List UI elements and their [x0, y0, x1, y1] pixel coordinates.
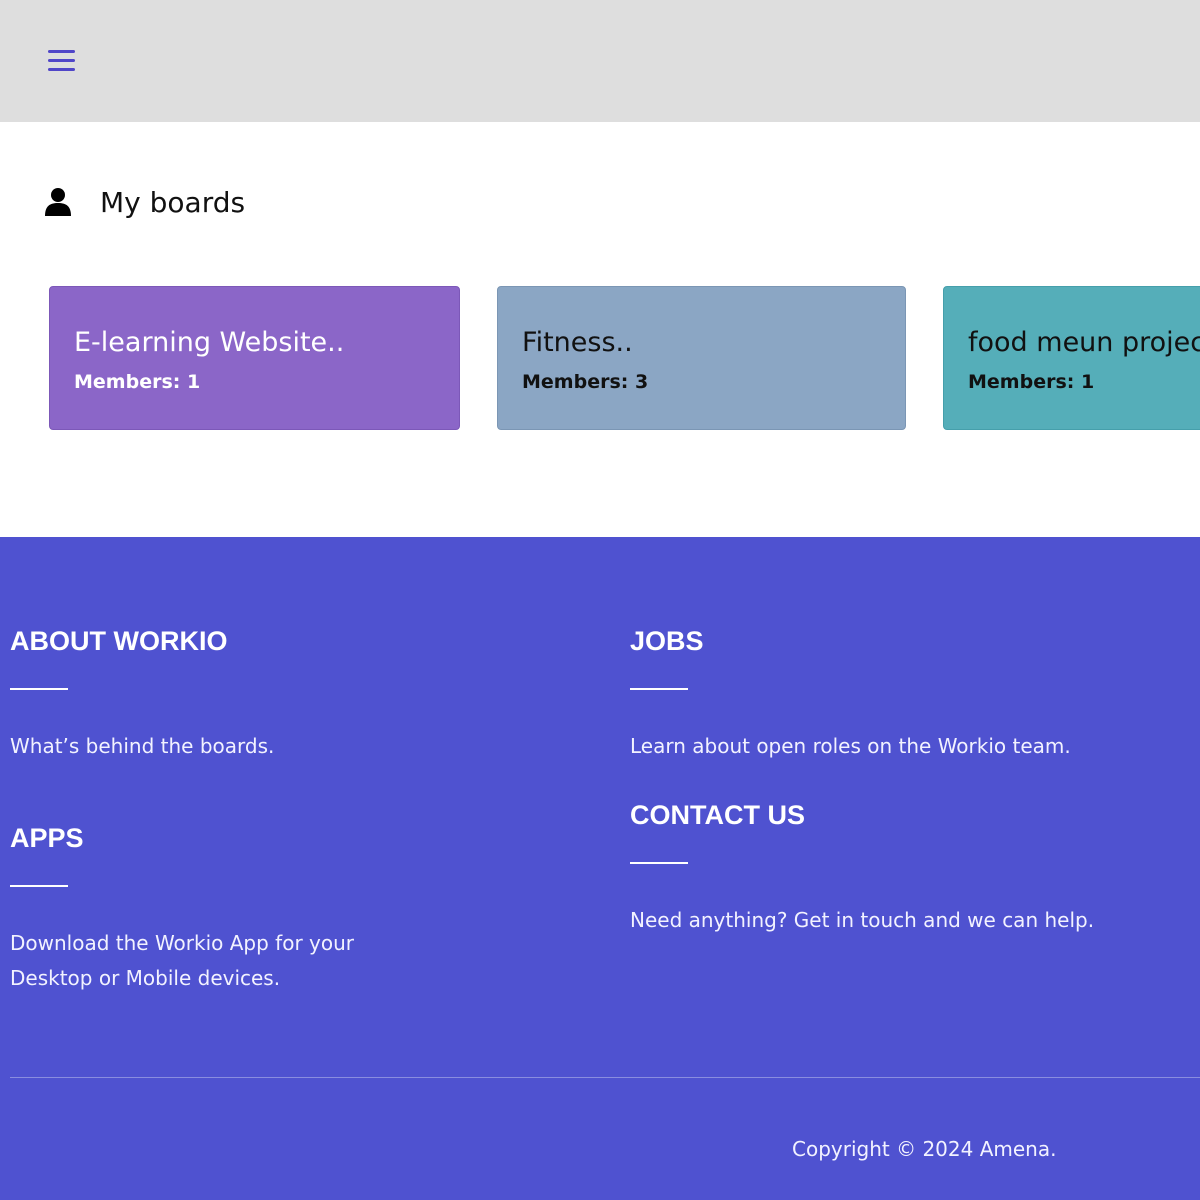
footer-heading-underline: [630, 862, 688, 864]
footer-contact-heading[interactable]: CONTACT US: [630, 800, 805, 831]
top-navbar: [0, 0, 1200, 122]
footer-about-text: What’s behind the boards.: [10, 734, 275, 758]
footer-heading-underline: [10, 688, 68, 690]
boards-section-header: My boards: [44, 180, 245, 224]
footer-divider: [10, 1077, 1200, 1078]
footer: ABOUT WORKIO What’s behind the boards. A…: [0, 537, 1200, 1200]
footer-heading-underline: [630, 688, 688, 690]
board-members-count: Members: 1: [74, 371, 201, 393]
hamburger-line: [48, 50, 75, 53]
page-title: My boards: [100, 185, 246, 219]
board-card-fitness[interactable]: Fitness.. Members: 3: [497, 286, 906, 430]
hamburger-line: [48, 68, 75, 71]
board-name: food meun project: [968, 327, 1200, 358]
copyright-text: Copyright © 2024 Amena.: [792, 1137, 1057, 1161]
footer-jobs-text: Learn about open roles on the Workio tea…: [630, 734, 1071, 758]
board-card-e-learning[interactable]: E-learning Website.. Members: 1: [49, 286, 460, 430]
footer-contact-text: Need anything? Get in touch and we can h…: [630, 908, 1095, 932]
hamburger-line: [48, 59, 75, 62]
footer-about-heading[interactable]: ABOUT WORKIO: [10, 626, 227, 657]
user-icon: [45, 188, 71, 216]
board-card-food-menu[interactable]: food meun project Members: 1: [943, 286, 1200, 430]
footer-heading-underline: [10, 885, 68, 887]
board-members-count: Members: 3: [522, 371, 649, 393]
footer-apps-text-line1: Download the Workio App for your: [10, 931, 355, 955]
hamburger-menu-icon[interactable]: [48, 49, 75, 73]
footer-apps-heading[interactable]: APPS: [10, 823, 84, 854]
board-name: Fitness..: [522, 327, 633, 358]
footer-jobs-heading[interactable]: JOBS: [630, 626, 704, 657]
board-members-count: Members: 1: [968, 371, 1095, 393]
board-name: E-learning Website..: [74, 327, 345, 358]
footer-apps-text-line2: Desktop or Mobile devices.: [10, 966, 281, 990]
